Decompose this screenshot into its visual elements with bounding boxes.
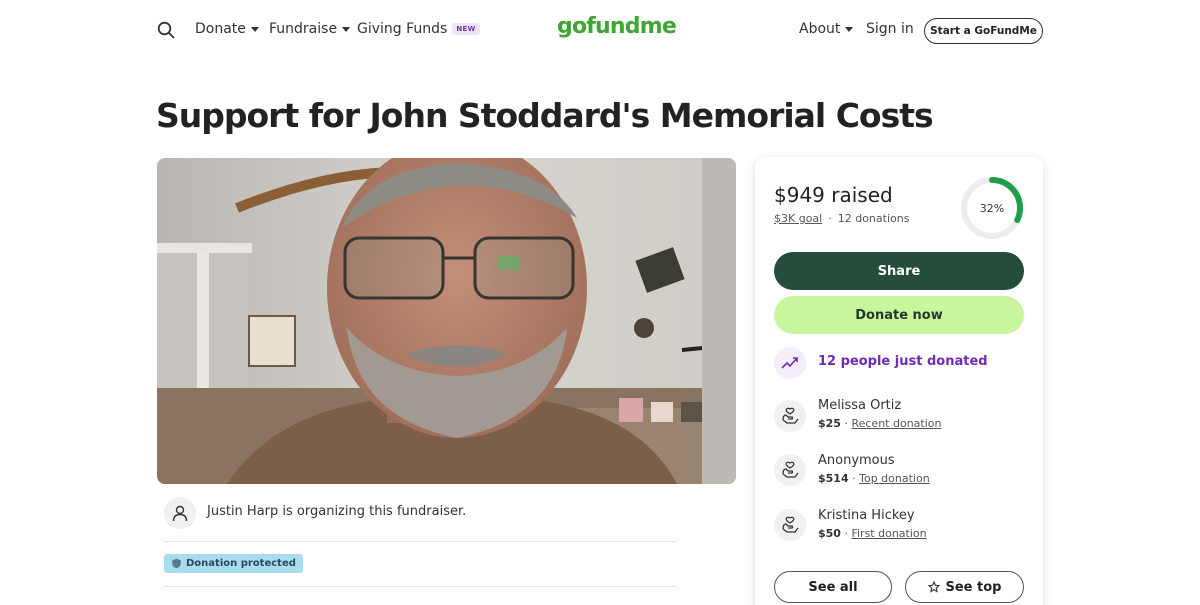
nav-giving-funds-label: Giving Funds — [357, 21, 448, 37]
progress-percent: 32% — [980, 202, 1004, 215]
site-header: Donate Fundraise Giving Funds NEW gofund… — [0, 0, 1200, 62]
organizer-avatar — [164, 497, 196, 529]
share-button[interactable]: Share — [774, 252, 1024, 290]
star-icon — [927, 581, 940, 593]
nav-giving-funds[interactable]: Giving Funds NEW — [357, 21, 480, 37]
donation-protected-badge[interactable]: Donation protected — [164, 554, 303, 573]
gofundme-logo[interactable]: gofundme — [557, 14, 677, 39]
donation-protected-label: Donation protected — [186, 558, 296, 569]
donation-hands-icon — [782, 407, 799, 424]
nav-fundraise-label: Fundraise — [269, 21, 338, 37]
nav-donate-label: Donate — [195, 21, 246, 37]
raised-amount: $949 raised — [774, 183, 893, 207]
new-badge: NEW — [452, 23, 480, 35]
donor-amount: $50 — [818, 527, 841, 540]
nav-fundraise[interactable]: Fundraise — [269, 21, 351, 37]
donate-now-button[interactable]: Donate now — [774, 296, 1024, 334]
donation-type-link[interactable]: First donation — [851, 527, 926, 540]
nav-about-label: About — [799, 21, 841, 37]
donation-type-link[interactable]: Recent donation — [851, 417, 941, 430]
divider — [164, 541, 676, 542]
see-top-button[interactable]: See top — [905, 571, 1024, 603]
raised-word: raised — [831, 183, 893, 207]
see-all-button[interactable]: See all — [774, 571, 892, 603]
page-title: Support for John Stoddard's Memorial Cos… — [156, 96, 934, 135]
recent-donations-count: 12 people just donated — [818, 354, 988, 369]
donor-amount: $25 — [818, 417, 841, 430]
donation-card: $949 raised $3K goal · 12 donations 32% Sh… — [755, 157, 1043, 605]
trending-icon — [774, 347, 806, 379]
donation-hands-icon — [782, 461, 799, 478]
chevron-down-icon — [845, 26, 854, 32]
shield-icon — [172, 558, 181, 569]
nav-sign-in-label: Sign in — [866, 21, 914, 37]
goal-line: $3K goal · 12 donations — [774, 212, 910, 225]
goal-link[interactable]: $3K goal — [774, 212, 822, 225]
progress-ring: 32% — [960, 176, 1024, 240]
start-gofundme-button[interactable]: Start a GoFundMe — [924, 18, 1043, 44]
donor-meta: $50 · First donation — [818, 527, 927, 540]
nav-about[interactable]: About — [799, 21, 854, 37]
donations-count: 12 donations — [837, 212, 910, 225]
donor-name: Melissa Ortiz — [818, 398, 902, 413]
nav-donate[interactable]: Donate — [195, 21, 259, 37]
donor-meta: $514 · Top donation — [818, 472, 930, 485]
organizer-text: Justin Harp is organizing this fundraise… — [207, 504, 467, 519]
logo-text: gofundme — [557, 14, 677, 39]
donor-avatar — [774, 400, 806, 432]
donor-amount: $514 — [818, 472, 849, 485]
see-top-label: See top — [945, 579, 1002, 595]
donor-meta: $25 · Recent donation — [818, 417, 942, 430]
donor-name: Anonymous — [818, 453, 895, 468]
raised-value: $949 — [774, 183, 825, 207]
chevron-down-icon — [342, 26, 351, 32]
donor-name: Kristina Hickey — [818, 508, 915, 523]
campaign-photo[interactable] — [157, 158, 736, 484]
chevron-down-icon — [250, 26, 259, 32]
search-icon[interactable] — [157, 21, 177, 41]
donation-hands-icon — [782, 516, 799, 533]
donor-avatar — [774, 509, 806, 541]
nav-sign-in[interactable]: Sign in — [866, 21, 914, 37]
divider — [164, 586, 676, 587]
donation-type-link[interactable]: Top donation — [859, 472, 930, 485]
donor-avatar — [774, 454, 806, 486]
person-icon — [172, 505, 188, 522]
